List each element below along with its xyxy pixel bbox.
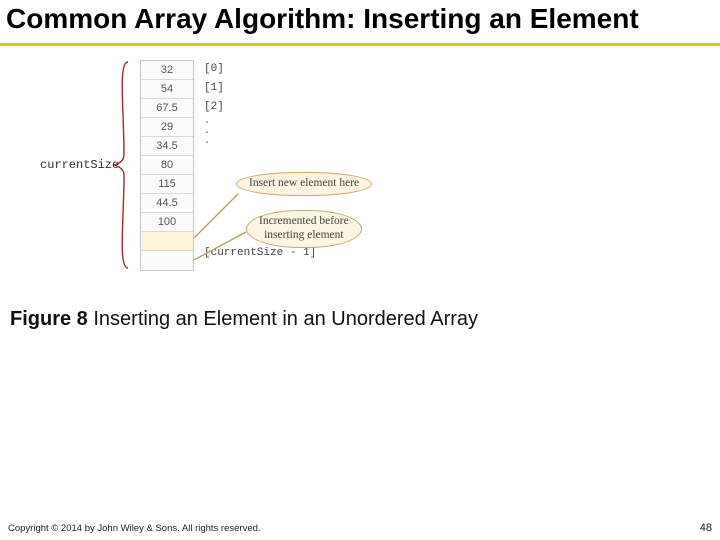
cell: 67.5 — [141, 99, 193, 118]
array-box: 32 54 67.5 29 34.5 80 115 44.5 100 — [140, 60, 194, 271]
page-title: Common Array Algorithm: Inserting an Ele… — [0, 0, 720, 46]
figure-caption: Figure 8 Inserting an Element in an Unor… — [10, 308, 720, 331]
slide: Common Array Algorithm: Inserting an Ele… — [0, 0, 720, 540]
figure-number: Figure 8 — [10, 308, 88, 330]
callout-pointer-icon — [194, 230, 250, 260]
callout-increment: Incremented before inserting element — [246, 210, 362, 248]
callout-line2: inserting element — [264, 229, 344, 241]
index-label: [0] — [200, 60, 330, 79]
cell: 54 — [141, 80, 193, 99]
index-label: [2] — [200, 98, 330, 117]
cell: 44.5 — [141, 194, 193, 213]
cell: 115 — [141, 175, 193, 194]
figure: currentSize 32 54 67.5 29 34.5 80 115 44… — [40, 60, 460, 300]
cell: 100 — [141, 213, 193, 232]
copyright: Copyright © 2014 by John Wiley & Sons. A… — [8, 523, 261, 534]
cell: 32 — [141, 61, 193, 80]
page-number: 48 — [700, 522, 712, 534]
cell: 80 — [141, 156, 193, 175]
callout-line1: Incremented before — [259, 215, 349, 227]
cell: 29 — [141, 118, 193, 137]
cell — [141, 251, 193, 270]
cell: 34.5 — [141, 137, 193, 156]
vdots-icon: ··· — [200, 117, 330, 136]
cell-insert-target — [141, 232, 193, 251]
callout-insert: Insert new element here — [236, 172, 372, 196]
index-label: [1] — [200, 79, 330, 98]
figure-caption-text: Inserting an Element in an Unordered Arr… — [88, 308, 478, 330]
brace-icon — [112, 60, 130, 270]
current-size-label: currentSize — [40, 158, 119, 172]
